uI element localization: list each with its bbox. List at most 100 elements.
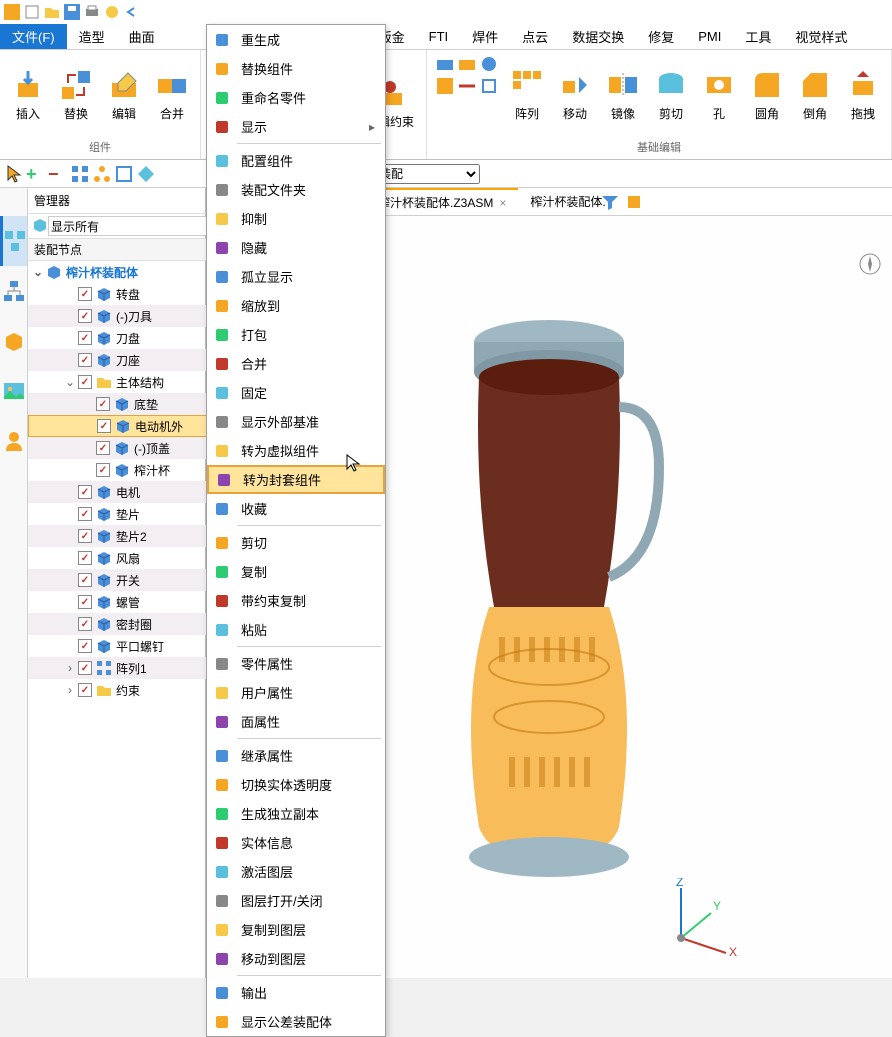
tree-item[interactable]: ✓刀盘 (28, 327, 213, 349)
menu-item[interactable]: 复制 (207, 557, 385, 586)
viewport-tab-1[interactable]: 榨汁杯装配体.Z3ASM × (366, 188, 518, 215)
manager-tab-box[interactable] (0, 316, 27, 366)
menu-item[interactable]: 粘贴 (207, 615, 385, 644)
tree-item[interactable]: ›✓约束 (28, 679, 213, 701)
new-icon[interactable] (24, 4, 40, 20)
menu-item[interactable]: 显示外部基准 (207, 407, 385, 436)
ribbon-tab-weld[interactable]: 焊件 (460, 24, 510, 49)
tool-icon[interactable] (104, 4, 120, 20)
menu-item[interactable]: 装配文件夹 (207, 175, 385, 204)
menu-item[interactable]: 继承属性 (207, 741, 385, 770)
tree-item[interactable]: ✓榨汁杯 (28, 459, 213, 481)
tree-root[interactable]: ⌄ 榨汁杯装配体 (28, 261, 213, 283)
ribbon-tab-repair[interactable]: 修复 (636, 24, 686, 49)
small-tool-icon-1[interactable] (435, 54, 455, 74)
undo-icon[interactable] (124, 4, 140, 20)
cursor-tool-icon[interactable] (4, 164, 24, 184)
chamfer-button[interactable]: 倒角 (795, 54, 835, 137)
visibility-checkbox[interactable]: ✓ (78, 617, 92, 631)
remove-icon[interactable]: − (48, 164, 68, 184)
menu-item[interactable]: 显示▸ (207, 112, 385, 141)
add-icon[interactable]: + (26, 164, 46, 184)
menu-item[interactable]: 零件属性 (207, 649, 385, 678)
menu-item[interactable]: 缩放到 (207, 291, 385, 320)
manager-tab-image[interactable] (0, 366, 27, 416)
file-tab[interactable]: 文件(F) (0, 24, 67, 49)
square-icon[interactable] (114, 164, 134, 184)
manager-tab-hierarchy[interactable] (0, 266, 27, 316)
menu-item[interactable]: 用户属性 (207, 678, 385, 707)
settings-icon[interactable] (624, 192, 644, 212)
menu-item[interactable]: 收藏 (207, 494, 385, 523)
menu-item[interactable]: 切换实体透明度 (207, 770, 385, 799)
menu-item[interactable]: 实体信息 (207, 828, 385, 857)
tree-toggle-icon[interactable]: ⌄ (32, 265, 44, 279)
tree-item[interactable]: ✓电动机外 (28, 415, 213, 437)
tree-item[interactable]: ✓电机 (28, 481, 213, 503)
visibility-checkbox[interactable]: ✓ (78, 353, 92, 367)
filter-input[interactable] (48, 216, 209, 236)
visibility-checkbox[interactable]: ✓ (78, 507, 92, 521)
print-icon[interactable] (84, 4, 100, 20)
ribbon-tab-exchange[interactable]: 数据交换 (560, 24, 636, 49)
tree-item[interactable]: ✓螺管 (28, 591, 213, 613)
visibility-checkbox[interactable]: ✓ (78, 331, 92, 345)
menu-item[interactable]: 合并 (207, 349, 385, 378)
filter-icon[interactable] (600, 192, 620, 212)
menu-item[interactable]: 固定 (207, 378, 385, 407)
visibility-checkbox[interactable]: ✓ (78, 639, 92, 653)
small-tool-icon-6[interactable] (479, 76, 499, 96)
visibility-checkbox[interactable]: ✓ (78, 661, 92, 675)
menu-item[interactable]: 转为封套组件 (207, 465, 385, 494)
tree-toggle-icon[interactable]: › (64, 661, 76, 675)
tree-item[interactable]: ✓刀座 (28, 349, 213, 371)
tree-item[interactable]: ✓平口螺钉 (28, 635, 213, 657)
ribbon-tab-visual[interactable]: 视觉样式 (783, 24, 859, 49)
diamond-icon[interactable] (136, 164, 156, 184)
small-tool-icon-4[interactable] (435, 76, 455, 96)
grid-icon[interactable] (70, 164, 90, 184)
ribbon-tab-tools[interactable]: 工具 (733, 24, 783, 49)
visibility-checkbox[interactable]: ✓ (96, 463, 110, 477)
menu-item[interactable]: 重生成 (207, 25, 385, 54)
tree-toggle-icon[interactable]: › (64, 683, 76, 697)
visibility-checkbox[interactable]: ✓ (78, 595, 92, 609)
node-icon[interactable] (92, 164, 112, 184)
tree-item[interactable]: ✓开关 (28, 569, 213, 591)
open-icon[interactable] (44, 4, 60, 20)
fillet-button[interactable]: 圆角 (747, 54, 787, 137)
visibility-checkbox[interactable]: ✓ (78, 551, 92, 565)
menu-item[interactable]: 移动到图层 (207, 944, 385, 973)
visibility-checkbox[interactable]: ✓ (97, 419, 111, 433)
edit-button[interactable]: 编辑 (104, 54, 144, 137)
tree-toggle-icon[interactable]: ⌄ (64, 375, 76, 389)
visibility-checkbox[interactable]: ✓ (78, 485, 92, 499)
tree-item[interactable]: ✓转盘 (28, 283, 213, 305)
ribbon-tab-pointcloud[interactable]: 点云 (510, 24, 560, 49)
small-tool-icon-3[interactable] (479, 54, 499, 74)
tree-item[interactable]: ✓垫片2 (28, 525, 213, 547)
visibility-checkbox[interactable]: ✓ (96, 441, 110, 455)
ribbon-tab-fti[interactable]: FTI (417, 24, 461, 49)
compass-icon[interactable] (858, 252, 882, 276)
menu-item[interactable]: 生成独立副本 (207, 799, 385, 828)
merge-button[interactable]: 合并 (152, 54, 192, 137)
save-icon[interactable] (64, 4, 80, 20)
drag-button[interactable]: 拖拽 (843, 54, 883, 137)
move-button[interactable]: 移动 (555, 54, 595, 137)
tree-item[interactable]: ✓(-)顶盖 (28, 437, 213, 459)
visibility-checkbox[interactable]: ✓ (78, 683, 92, 697)
mirror-button[interactable]: 镜像 (603, 54, 643, 137)
menu-item[interactable]: 面属性 (207, 707, 385, 736)
visibility-checkbox[interactable]: ✓ (96, 397, 110, 411)
menu-item[interactable]: 孤立显示 (207, 262, 385, 291)
menu-item[interactable]: 图层打开/关闭 (207, 886, 385, 915)
tree-item[interactable]: ✓密封圈 (28, 613, 213, 635)
menu-item[interactable]: 复制到图层 (207, 915, 385, 944)
small-tool-icon-5[interactable] (457, 76, 477, 96)
hole-button[interactable]: 孔 (699, 54, 739, 137)
visibility-checkbox[interactable]: ✓ (78, 287, 92, 301)
menu-item[interactable]: 剪切 (207, 528, 385, 557)
menu-item[interactable]: 打包 (207, 320, 385, 349)
ribbon-tab-surface[interactable]: 曲面 (117, 24, 167, 49)
